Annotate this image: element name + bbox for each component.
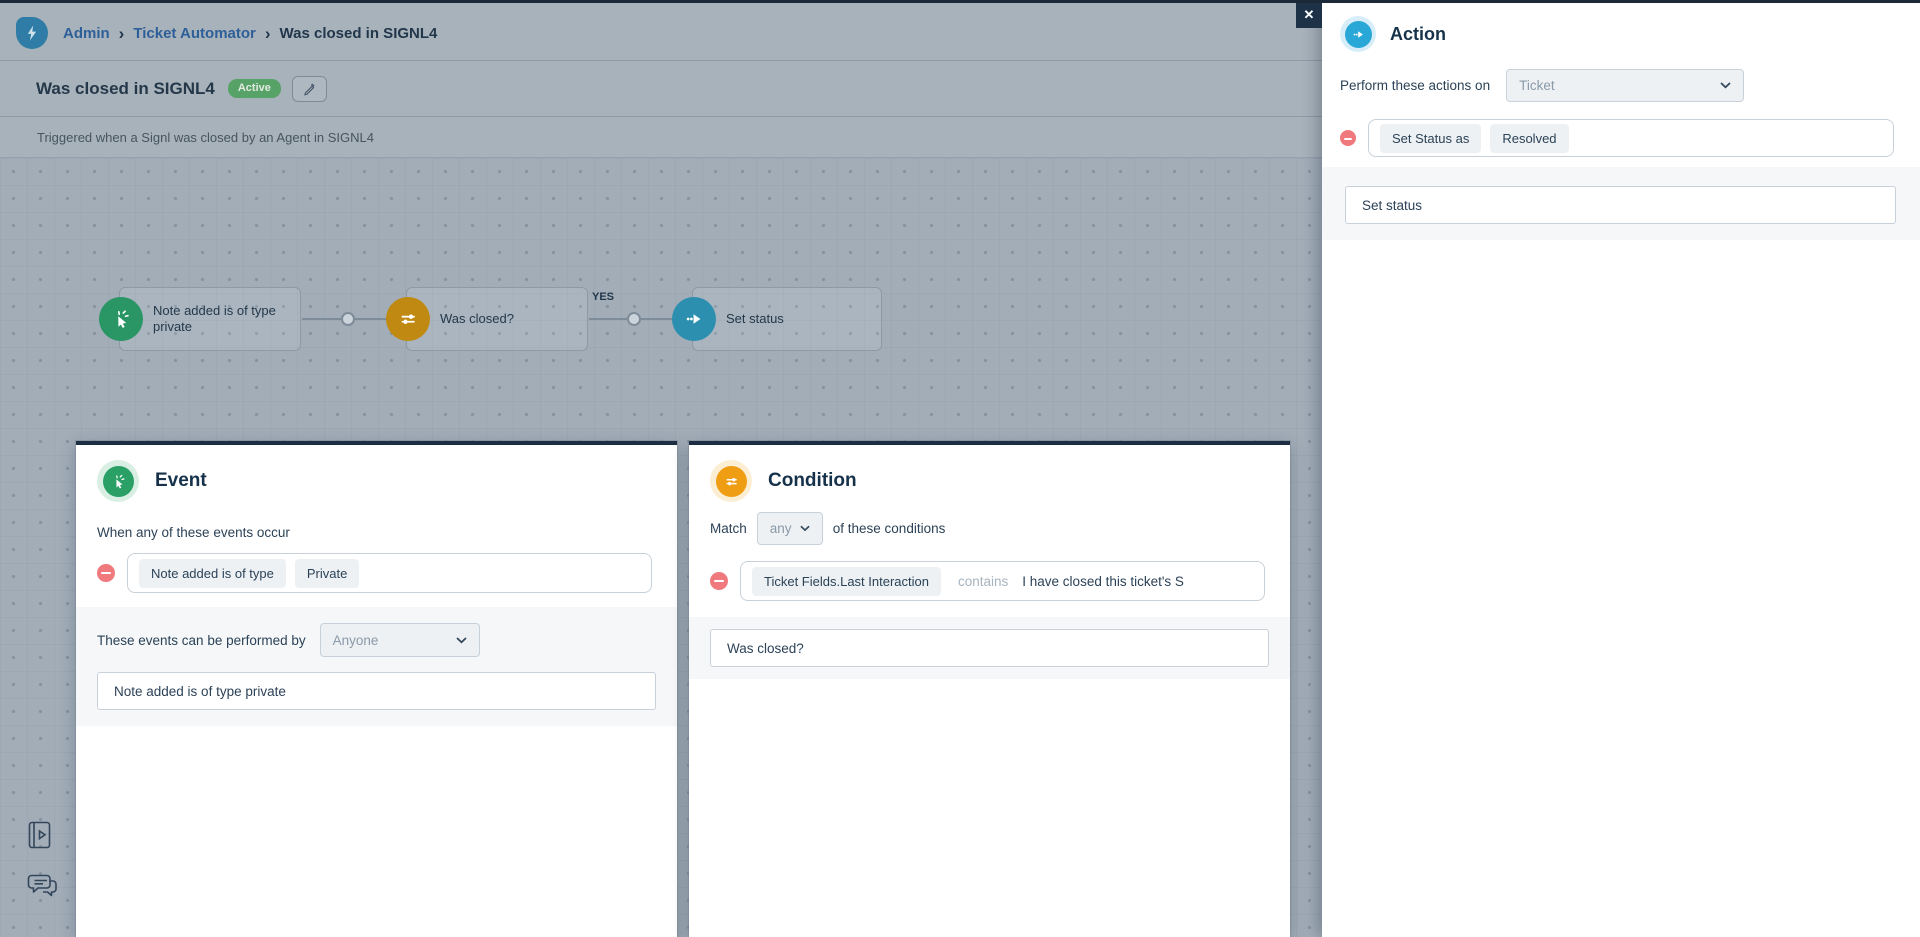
condition-sliders-icon [716, 466, 747, 497]
event-rule-row: Note added is of type Private [76, 540, 677, 593]
trigger-description: Triggered when a Signl was closed by an … [37, 130, 374, 145]
workflow-node-event[interactable]: Note added is of type private [119, 287, 301, 351]
main-region: Admin › Ticket Automator › Was closed in… [0, 0, 1322, 937]
perform-target-select[interactable]: Ticket [1506, 69, 1744, 102]
condition-panel-title: Condition [768, 470, 857, 492]
breadcrumb-bar: Admin › Ticket Automator › Was closed in… [0, 0, 1322, 61]
event-icon-ring [97, 460, 139, 502]
action-summary-input[interactable]: Set status [1345, 186, 1896, 224]
workflow-node-condition[interactable]: Was closed? [406, 287, 588, 351]
event-intro-text: When any of these events occur [76, 502, 677, 540]
edit-title-button[interactable] [292, 76, 327, 102]
event-performer-section: These events can be performed by Anyone … [76, 607, 677, 726]
breadcrumb-link-ticket-automator[interactable]: Ticket Automator [133, 25, 256, 42]
condition-summary-text: Was closed? [727, 641, 804, 656]
workflow-node-action[interactable]: Set status [692, 287, 882, 351]
action-arrow-icon [672, 297, 716, 341]
event-summary-input[interactable]: Note added is of type private [97, 672, 656, 710]
workflow-node-label: Note added is of type private [153, 303, 290, 336]
event-click-icon [103, 466, 134, 497]
window-top-edge [0, 0, 1920, 3]
action-summary-section: Set status [1322, 167, 1920, 240]
action-rule-row: Set Status as Resolved [1322, 102, 1920, 157]
condition-sliders-icon [386, 297, 430, 341]
breadcrumb-separator: › [265, 25, 271, 42]
perform-actions-label: Perform these actions on [1340, 78, 1490, 93]
condition-icon-ring [710, 460, 752, 502]
pencil-icon [302, 82, 316, 96]
trigger-description-bar: Triggered when a Signl was closed by an … [0, 117, 1322, 158]
chat-feedback-icon[interactable] [26, 872, 59, 905]
performed-by-value: Anyone [333, 633, 379, 648]
event-panel: Event When any of these events occur Not… [76, 441, 677, 937]
condition-operator: contains [958, 574, 1008, 589]
remove-event-rule-button[interactable] [97, 564, 115, 582]
performed-by-row: These events can be performed by Anyone [97, 623, 656, 657]
action-rule-chip: Set Status as [1380, 124, 1481, 153]
close-icon: ✕ [1304, 7, 1315, 23]
event-panel-title: Event [155, 470, 207, 492]
perform-actions-row: Perform these actions on Ticket [1322, 52, 1920, 102]
event-click-icon [99, 297, 143, 341]
action-summary-text: Set status [1362, 198, 1422, 213]
workflow-node-label: Was closed? [440, 311, 514, 327]
match-type-value: any [770, 521, 792, 536]
condition-field-chip: Ticket Fields.Last Interaction [752, 567, 941, 596]
guide-book-icon[interactable] [26, 820, 53, 855]
breadcrumb-current: Was closed in SIGNL4 [280, 25, 438, 42]
remove-condition-rule-button[interactable] [710, 572, 728, 590]
action-arrow-icon [1345, 21, 1372, 48]
action-panel-title: Action [1390, 24, 1446, 45]
match-row: Match any of these conditions [689, 502, 1290, 545]
action-rule-chip: Resolved [1490, 124, 1568, 153]
perform-target-value: Ticket [1519, 78, 1555, 93]
page-title: Was closed in SIGNL4 [36, 79, 215, 99]
condition-summary-section: Was closed? [689, 617, 1290, 679]
breadcrumb-link-admin[interactable]: Admin [63, 25, 110, 42]
breadcrumb: Admin › Ticket Automator › Was closed in… [63, 25, 437, 42]
close-panel-button[interactable]: ✕ [1296, 2, 1322, 28]
event-rule-chip: Private [295, 559, 359, 588]
condition-panel: Condition Match any of these conditions … [689, 441, 1290, 937]
action-icon-ring [1340, 16, 1376, 52]
event-panel-header: Event [76, 445, 677, 502]
match-label-prefix: Match [710, 521, 747, 536]
event-summary-text: Note added is of type private [114, 684, 286, 699]
condition-panel-header: Condition [689, 445, 1290, 502]
status-badge: Active [228, 79, 281, 98]
edge-yes-label: YES [592, 291, 614, 303]
event-rule-input[interactable]: Note added is of type Private [127, 553, 652, 593]
workflow-edge-handle[interactable] [627, 312, 641, 326]
performed-by-label: These events can be performed by [97, 633, 306, 648]
ticket-automator-logo [16, 17, 48, 49]
workflow-edge-handle[interactable] [341, 312, 355, 326]
chevron-down-icon [1720, 82, 1731, 89]
action-panel-header: Action [1322, 0, 1920, 52]
condition-value: I have closed this ticket's S [1022, 574, 1184, 589]
chevron-down-icon [456, 637, 467, 644]
workflow-canvas: Note added is of type private Was closed… [0, 158, 1322, 937]
workflow-node-label: Set status [726, 311, 784, 327]
match-label-suffix: of these conditions [833, 521, 946, 536]
condition-rule-row: Ticket Fields.Last Interaction contains … [689, 548, 1290, 601]
chevron-down-icon [800, 525, 810, 532]
remove-action-rule-button[interactable] [1340, 130, 1356, 146]
event-rule-chip: Note added is of type [139, 559, 286, 588]
condition-summary-input[interactable]: Was closed? [710, 629, 1269, 667]
title-bar: Was closed in SIGNL4 Active [0, 61, 1322, 117]
performed-by-select[interactable]: Anyone [320, 623, 480, 657]
match-type-select[interactable]: any [757, 512, 823, 545]
condition-rule-input[interactable]: Ticket Fields.Last Interaction contains … [740, 561, 1265, 601]
lightning-logo-icon [23, 24, 41, 42]
action-rule-input[interactable]: Set Status as Resolved [1368, 119, 1894, 157]
action-panel: ✕ Action Perform these actions on Ticket… [1322, 0, 1920, 937]
breadcrumb-separator: › [119, 25, 125, 42]
